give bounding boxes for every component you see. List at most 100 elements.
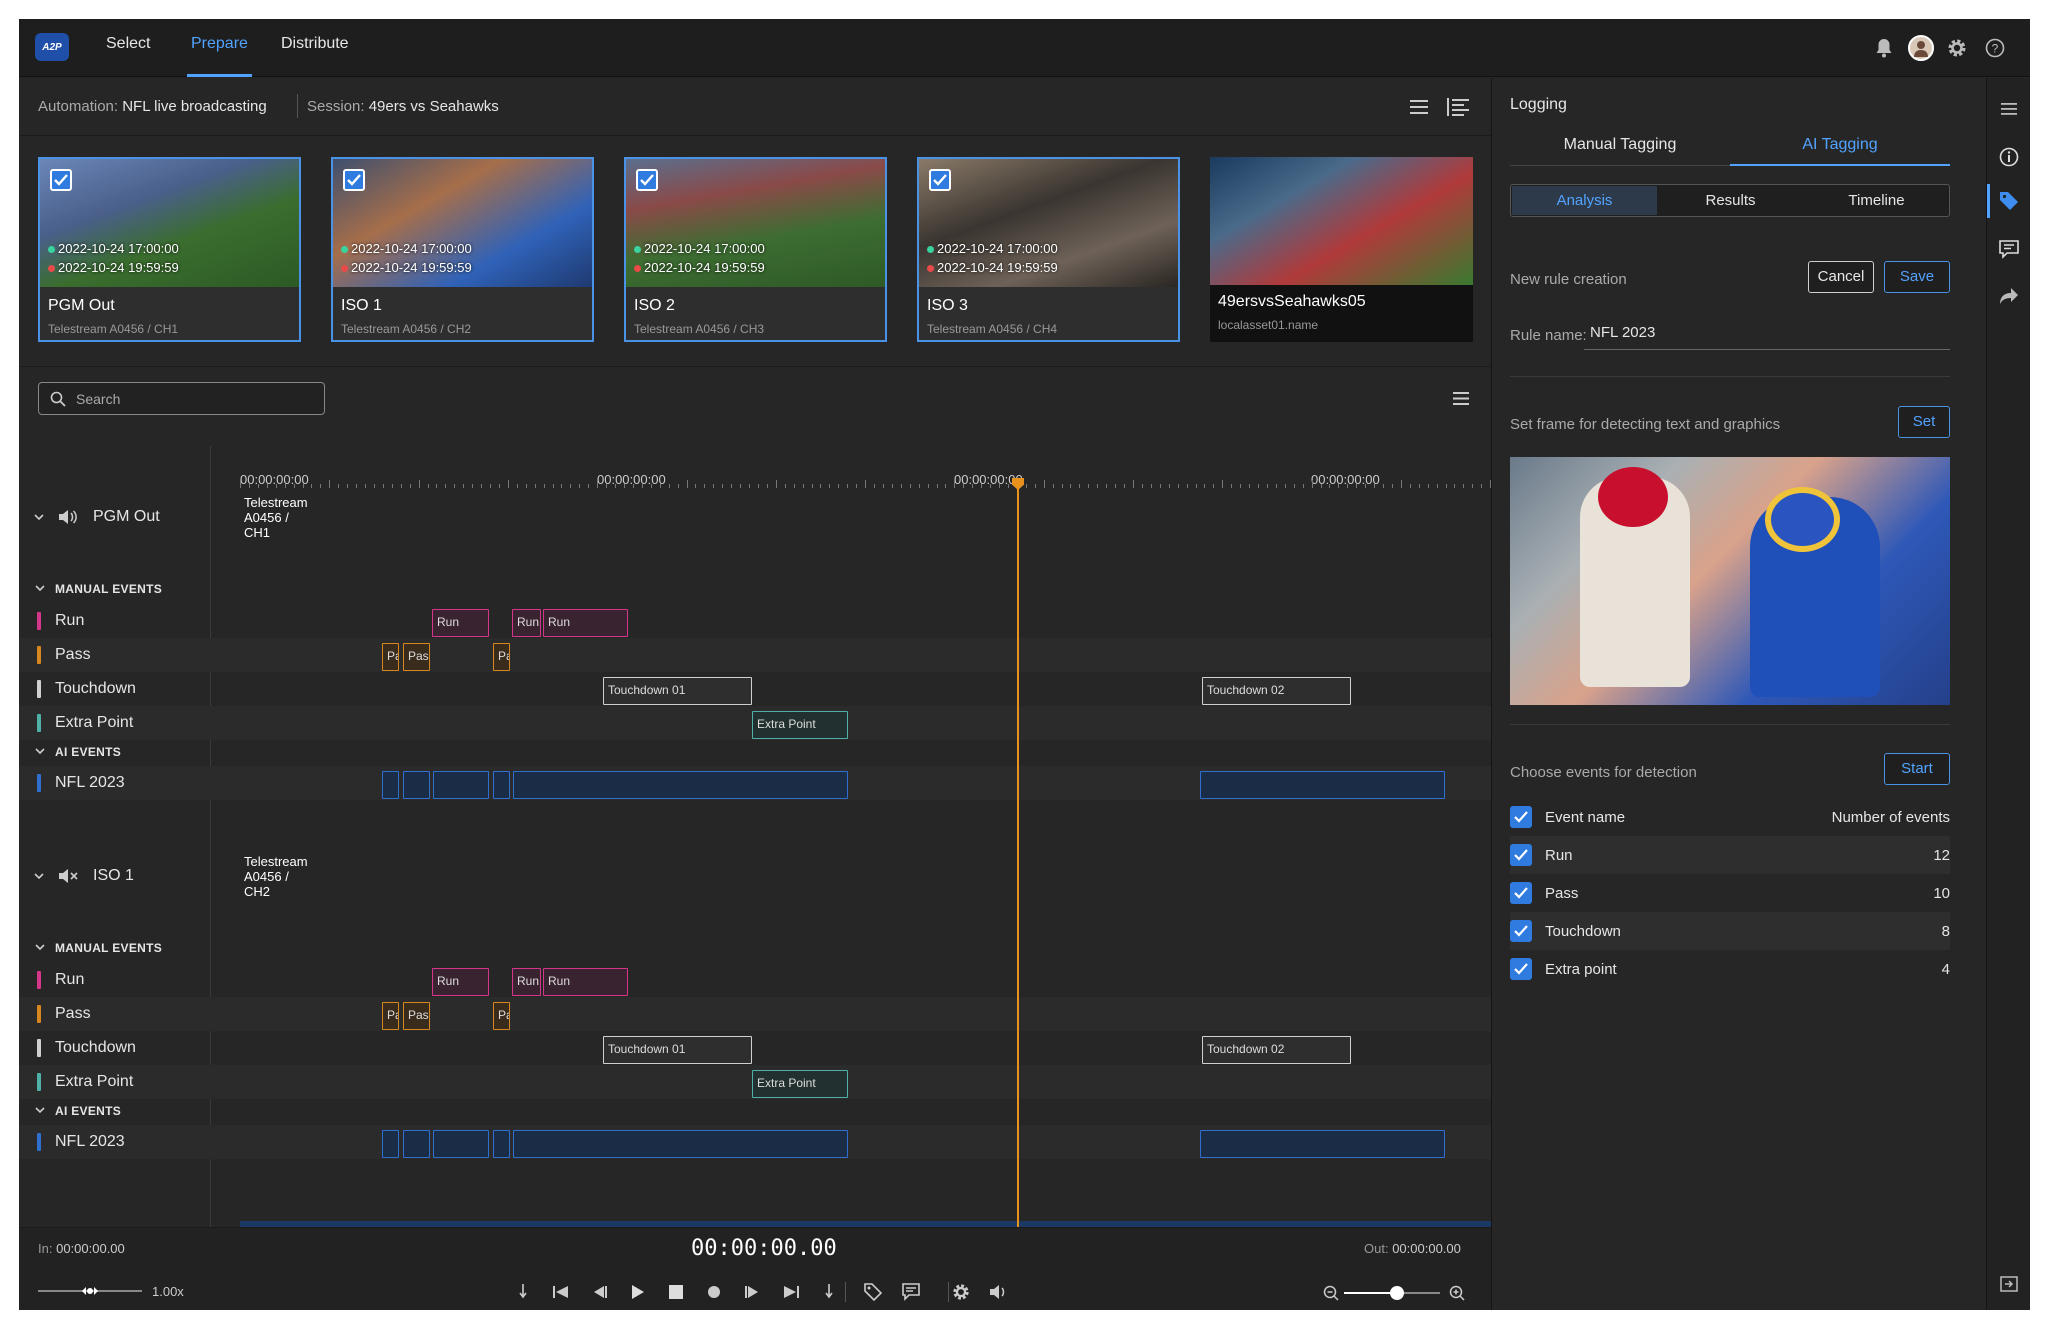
nav-tab-distribute[interactable]: Distribute <box>281 19 349 77</box>
tab-manual-tagging[interactable]: Manual Tagging <box>1510 128 1730 166</box>
event-row[interactable]: Touchdown 8 <box>1510 912 1950 950</box>
time-ruler[interactable]: 00:00:00:00 00:00:00:00 00:00:00:00 00:0… <box>240 446 1491 488</box>
skip-to-end-icon[interactable] <box>771 1280 811 1304</box>
ai-event-clip[interactable] <box>403 1130 430 1158</box>
source-card[interactable]: 2022-10-24 17:00:00 2022-10-24 19:59:59 … <box>331 157 594 342</box>
ai-event-clip[interactable] <box>1200 1130 1445 1158</box>
event-row[interactable]: Extra point 4 <box>1510 950 1950 988</box>
collapse-panel-icon[interactable] <box>1998 1273 2020 1295</box>
mark-out-icon[interactable] <box>811 1280 847 1304</box>
mark-in-icon[interactable] <box>505 1280 541 1304</box>
event-clip-pass[interactable]: Pa <box>382 643 399 671</box>
event-clip-pass[interactable]: Pas <box>403 1002 430 1030</box>
ai-event-clip[interactable] <box>433 1130 489 1158</box>
event-clip-run[interactable]: Run <box>512 609 541 637</box>
ai-event-clip[interactable] <box>403 771 430 799</box>
event-clip-pass[interactable]: Pas <box>403 643 430 671</box>
event-checkbox[interactable] <box>1510 882 1532 904</box>
comment-icon[interactable] <box>1998 238 2020 260</box>
source-checkbox[interactable] <box>343 169 365 191</box>
cancel-button[interactable]: Cancel <box>1808 261 1874 293</box>
tab-ai-tagging[interactable]: AI Tagging <box>1730 128 1950 166</box>
source-checkbox[interactable] <box>50 169 72 191</box>
event-clip-extra-point[interactable]: Extra Point <box>752 1070 848 1098</box>
in-timecode[interactable]: 00:00:00.00 <box>56 1241 125 1256</box>
zoom-slider-handle[interactable] <box>1389 1286 1404 1300</box>
ai-event-clip[interactable] <box>513 771 848 799</box>
out-timecode[interactable]: 00:00:00.00 <box>1392 1241 1461 1256</box>
ai-event-clip[interactable] <box>382 1130 399 1158</box>
chevron-down-icon[interactable] <box>35 746 45 756</box>
nav-tab-prepare[interactable]: Prepare <box>187 19 252 77</box>
ai-event-clip[interactable] <box>513 1130 848 1158</box>
event-checkbox[interactable] <box>1510 958 1532 980</box>
avatar[interactable] <box>1908 35 1934 61</box>
gear-icon[interactable] <box>941 1280 981 1304</box>
session-value[interactable]: 49ers vs Seahawks <box>369 98 499 115</box>
event-clip-pass[interactable]: Pa <box>493 1002 510 1030</box>
start-detection-button[interactable]: Start <box>1884 753 1950 785</box>
detail-view-icon[interactable] <box>1445 95 1471 119</box>
speed-slider-handle[interactable] <box>82 1284 98 1298</box>
mute-icon[interactable] <box>57 867 79 885</box>
event-clip-run[interactable]: Run <box>432 609 489 637</box>
menu-icon[interactable] <box>1998 98 2020 120</box>
list-view-icon[interactable] <box>1407 95 1431 119</box>
chevron-down-icon[interactable] <box>33 511 45 523</box>
step-forward-icon[interactable] <box>733 1280 771 1304</box>
volume-icon[interactable] <box>981 1280 1017 1304</box>
rule-name-input[interactable]: NFL 2023 <box>1584 318 1950 350</box>
event-clip-pass[interactable]: Pa <box>493 643 510 671</box>
bell-icon[interactable] <box>1873 37 1895 59</box>
chevron-down-icon[interactable] <box>35 583 45 593</box>
playhead[interactable] <box>1017 482 1019 1227</box>
zoom-in-icon[interactable] <box>1447 1283 1467 1303</box>
source-card[interactable]: 2022-10-24 17:00:00 2022-10-24 19:59:59 … <box>38 157 301 342</box>
info-icon[interactable] <box>1998 146 2020 168</box>
help-icon[interactable]: ? <box>1983 36 2007 60</box>
event-clip-extra-point[interactable]: Extra Point <box>752 711 848 739</box>
skip-to-start-icon[interactable] <box>541 1280 581 1304</box>
set-frame-button[interactable]: Set <box>1898 406 1950 438</box>
comment-icon[interactable] <box>893 1280 929 1304</box>
event-clip-pass[interactable]: Pa <box>382 1002 399 1030</box>
chevron-down-icon[interactable] <box>33 870 45 882</box>
subtab-results[interactable]: Results <box>1658 186 1803 215</box>
chevron-down-icon[interactable] <box>35 1105 45 1115</box>
event-clip-run[interactable]: Run <box>543 609 628 637</box>
select-all-checkbox[interactable] <box>1510 806 1532 828</box>
save-button[interactable]: Save <box>1884 261 1950 293</box>
event-clip-run[interactable]: Run <box>512 968 541 996</box>
subtab-analysis[interactable]: Analysis <box>1512 186 1657 215</box>
zoom-out-icon[interactable] <box>1321 1283 1341 1303</box>
detection-frame-image[interactable] <box>1510 457 1950 705</box>
event-clip-touchdown[interactable]: Touchdown 01 <box>603 677 752 705</box>
gear-icon[interactable] <box>1945 36 1969 60</box>
event-checkbox[interactable] <box>1510 920 1532 942</box>
ai-event-clip[interactable] <box>433 771 489 799</box>
ai-event-clip[interactable] <box>1200 771 1445 799</box>
tag-icon[interactable] <box>1998 190 2020 212</box>
ai-event-clip[interactable] <box>493 1130 510 1158</box>
chevron-down-icon[interactable] <box>35 942 45 952</box>
search-input[interactable]: Search <box>38 382 325 415</box>
app-logo[interactable]: A2P <box>35 33 69 61</box>
event-clip-touchdown[interactable]: Touchdown 02 <box>1202 1036 1351 1064</box>
event-row[interactable]: Pass 10 <box>1510 874 1950 912</box>
play-icon[interactable] <box>619 1280 657 1304</box>
tag-icon[interactable] <box>853 1280 893 1304</box>
nav-tab-select[interactable]: Select <box>106 19 150 77</box>
subtab-timeline[interactable]: Timeline <box>1804 186 1949 215</box>
source-checkbox[interactable] <box>929 169 951 191</box>
event-clip-run[interactable]: Run <box>432 968 489 996</box>
speaker-icon[interactable] <box>57 508 79 526</box>
event-checkbox[interactable] <box>1510 844 1532 866</box>
automation-value[interactable]: NFL live broadcasting <box>122 98 267 115</box>
event-clip-touchdown[interactable]: Touchdown 01 <box>603 1036 752 1064</box>
record-icon[interactable] <box>695 1280 733 1304</box>
source-card[interactable]: 49ersvsSeahawks05 localasset01.name <box>1210 157 1473 342</box>
ai-event-clip[interactable] <box>493 771 510 799</box>
stop-icon[interactable] <box>657 1280 695 1304</box>
current-timecode[interactable]: 00:00:00.00 <box>691 1236 837 1261</box>
event-clip-touchdown[interactable]: Touchdown 02 <box>1202 677 1351 705</box>
